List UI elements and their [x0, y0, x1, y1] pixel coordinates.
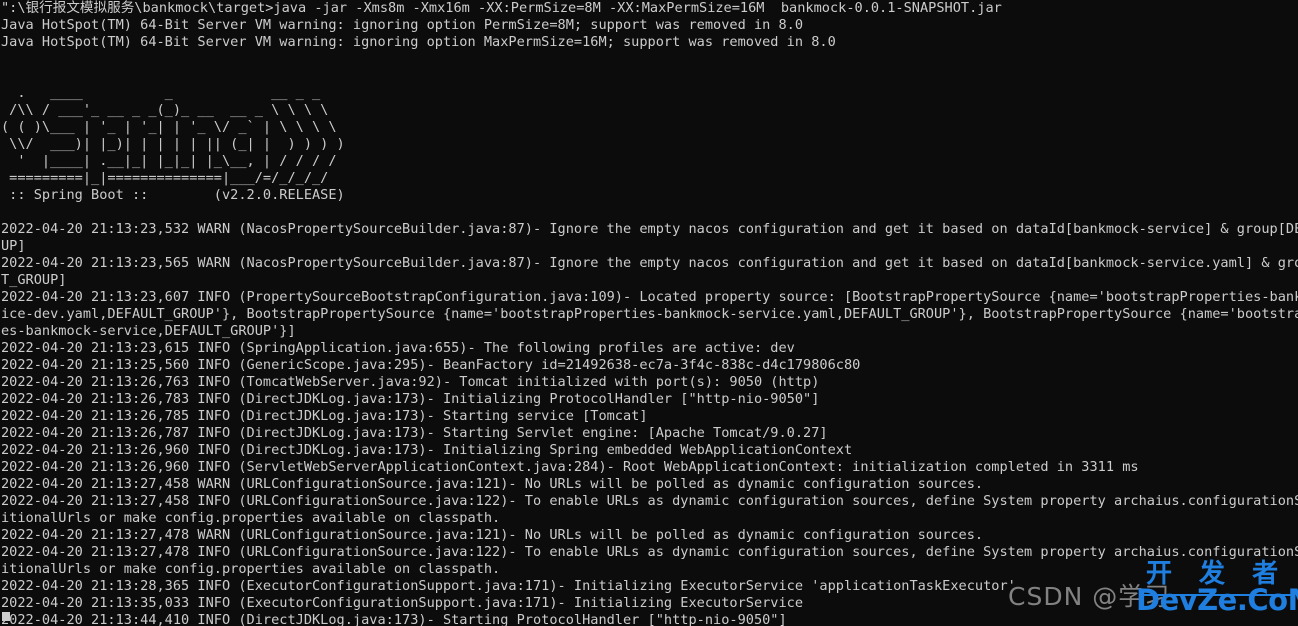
log-line: T_GROUP] [1, 272, 67, 288]
log-line: 2022-04-20 21:13:26,785 INFO (DirectJDKL… [1, 408, 648, 424]
spring-banner-line: ( ( )\___ | '_ | '_| | '_ \/ _` | \ \ \ … [1, 119, 337, 135]
spring-banner-line: ' |____| .__|_| |_|_| |_\__, | / / / / [1, 153, 337, 169]
log-line: es-bankmock-service,DEFAULT_GROUP'}] [1, 323, 296, 339]
log-line: itionalUrls or make config.properties av… [1, 561, 501, 577]
log-line: 2022-04-20 21:13:26,763 INFO (TomcatWebS… [1, 374, 820, 390]
spring-boot-version-line: :: Spring Boot :: (v2.2.0.RELEASE) [1, 187, 345, 203]
terminal-line: Java HotSpot(TM) 64-Bit Server VM warnin… [1, 34, 836, 50]
log-line: 2022-04-20 21:13:26,960 INFO (DirectJDKL… [1, 442, 853, 458]
log-line: 2022-04-20 21:13:28,365 INFO (ExecutorCo… [1, 578, 1016, 594]
terminal-line: ":\银行报文模拟服务\bankmock\target>java -jar -X… [1, 0, 1002, 16]
spring-banner-line: =========|_|==============|___/=/_/_/_/ [1, 170, 329, 186]
terminal-window[interactable]: ":\银行报文模拟服务\bankmock\target>java -jar -X… [0, 0, 1298, 626]
log-line: itionalUrls or make config.properties av… [1, 510, 501, 526]
log-line: 2022-04-20 21:13:23,565 WARN (NacosPrope… [1, 255, 1298, 271]
log-line: 2022-04-20 21:13:23,607 INFO (PropertySo… [1, 289, 1298, 305]
spring-banner-line: /\\ / ___'_ __ _ _(_)_ __ __ _ \ \ \ \ [1, 102, 329, 118]
log-line: 2022-04-20 21:13:27,458 INFO (URLConfigu… [1, 493, 1298, 509]
log-line: 2022-04-20 21:13:26,783 INFO (DirectJDKL… [1, 391, 820, 407]
log-line: 2022-04-20 21:13:27,478 WARN (URLConfigu… [1, 527, 984, 543]
log-line: 2022-04-20 21:13:35,033 INFO (ExecutorCo… [1, 595, 804, 611]
spring-banner-line: . ____ _ __ _ _ [1, 85, 321, 101]
log-line: 2022-04-20 21:13:23,532 WARN (NacosPrope… [1, 221, 1298, 237]
terminal-line: Java HotSpot(TM) 64-Bit Server VM warnin… [1, 17, 804, 33]
terminal-cursor [2, 612, 10, 621]
log-line: 2022-04-20 21:13:26,787 INFO (DirectJDKL… [1, 425, 828, 441]
devze-watermark-rule [1144, 594, 1294, 596]
log-line: 2022-04-20 21:13:26,960 INFO (ServletWeb… [1, 459, 1139, 475]
log-line: 2022-04-20 21:13:27,458 WARN (URLConfigu… [1, 476, 984, 492]
log-line: UP] [1, 238, 26, 254]
log-line: 2022-04-20 21:13:25,560 INFO (GenericSco… [1, 357, 861, 373]
terminal-screen: ":\银行报文模拟服务\bankmock\target>java -jar -X… [0, 0, 1298, 626]
log-line: 2022-04-20 21:13:27,478 INFO (URLConfigu… [1, 544, 1298, 560]
log-line: 2022-04-20 21:13:23,615 INFO (SpringAppl… [1, 340, 795, 356]
spring-banner-line: \\/ ___)| |_)| | | | | || (_| | ) ) ) ) [1, 136, 345, 152]
log-line: 2022-04-20 21:13:44,410 INFO (DirectJDKL… [1, 612, 787, 626]
log-line: ice-dev.yaml,DEFAULT_GROUP'}, BootstrapP… [1, 306, 1298, 322]
